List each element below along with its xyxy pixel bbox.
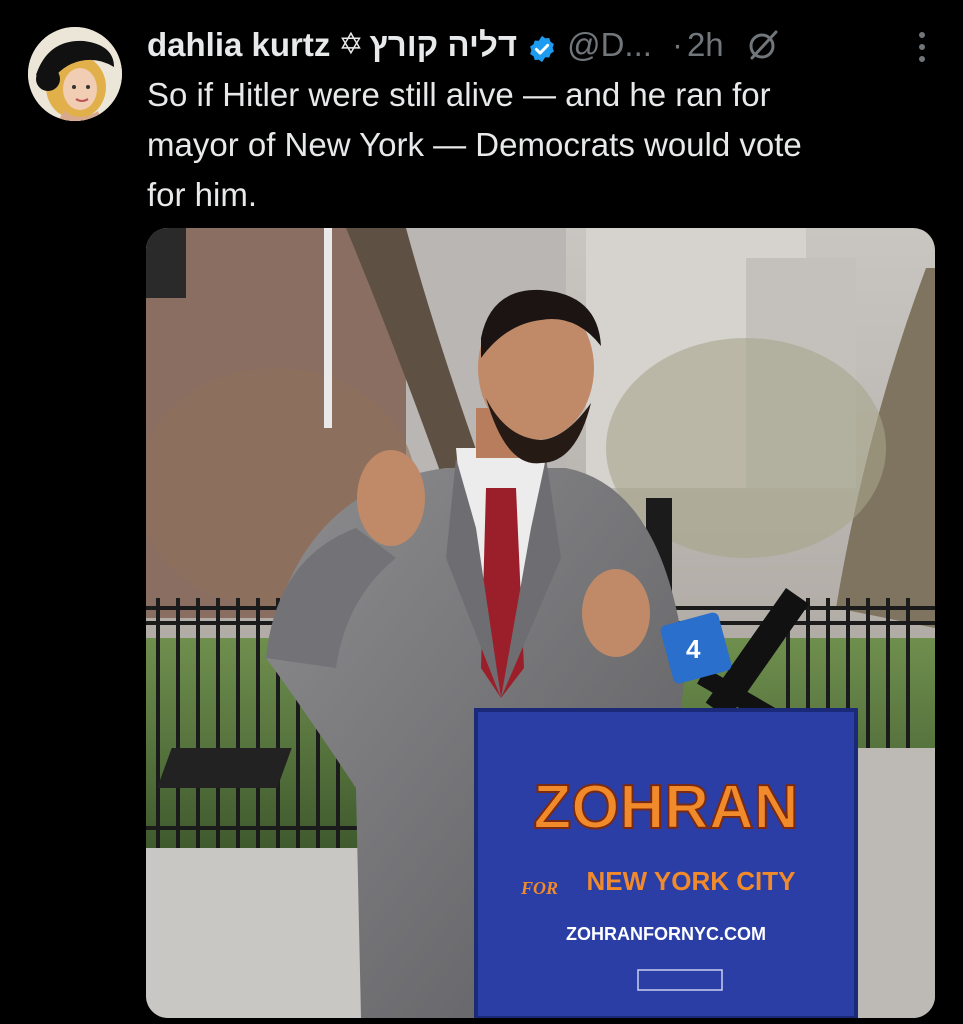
avatar-image bbox=[28, 27, 122, 121]
timestamp[interactable]: 2h bbox=[687, 22, 724, 68]
author-name[interactable]: dahlia kurtz bbox=[147, 22, 330, 68]
author-handle[interactable]: @D... bbox=[567, 22, 652, 68]
tweet-text: So if Hitler were still alive — and he r… bbox=[147, 76, 802, 213]
mic-flag-number: 4 bbox=[686, 634, 701, 664]
author-hebrew-name[interactable]: דליה קורץ bbox=[370, 22, 518, 68]
separator-dot: · bbox=[671, 26, 683, 63]
avatar[interactable] bbox=[28, 27, 122, 121]
podium-website: ZOHRANFORNYC.COM bbox=[566, 924, 766, 944]
more-vertical-icon[interactable] bbox=[911, 27, 933, 67]
verified-badge-icon bbox=[527, 30, 557, 63]
tweet-media-photo[interactable]: 4 ZOHRAN FOR NEW YORK CITY ZOHRANFORNYC.… bbox=[146, 228, 935, 1018]
podium-city-label: NEW YORK CITY bbox=[587, 866, 796, 896]
grok-icon[interactable] bbox=[746, 28, 780, 62]
tweet-header: dahlia kurtz ✡ דליה קורץ @D... · 2h bbox=[147, 22, 933, 68]
tweet[interactable]: dahlia kurtz ✡ דליה קורץ @D... · 2h So i… bbox=[0, 0, 963, 1024]
podium-headline: ZOHRAN bbox=[533, 773, 798, 842]
podium-for-label: FOR bbox=[520, 878, 558, 898]
star-of-david-symbol: ✡ bbox=[338, 28, 364, 61]
